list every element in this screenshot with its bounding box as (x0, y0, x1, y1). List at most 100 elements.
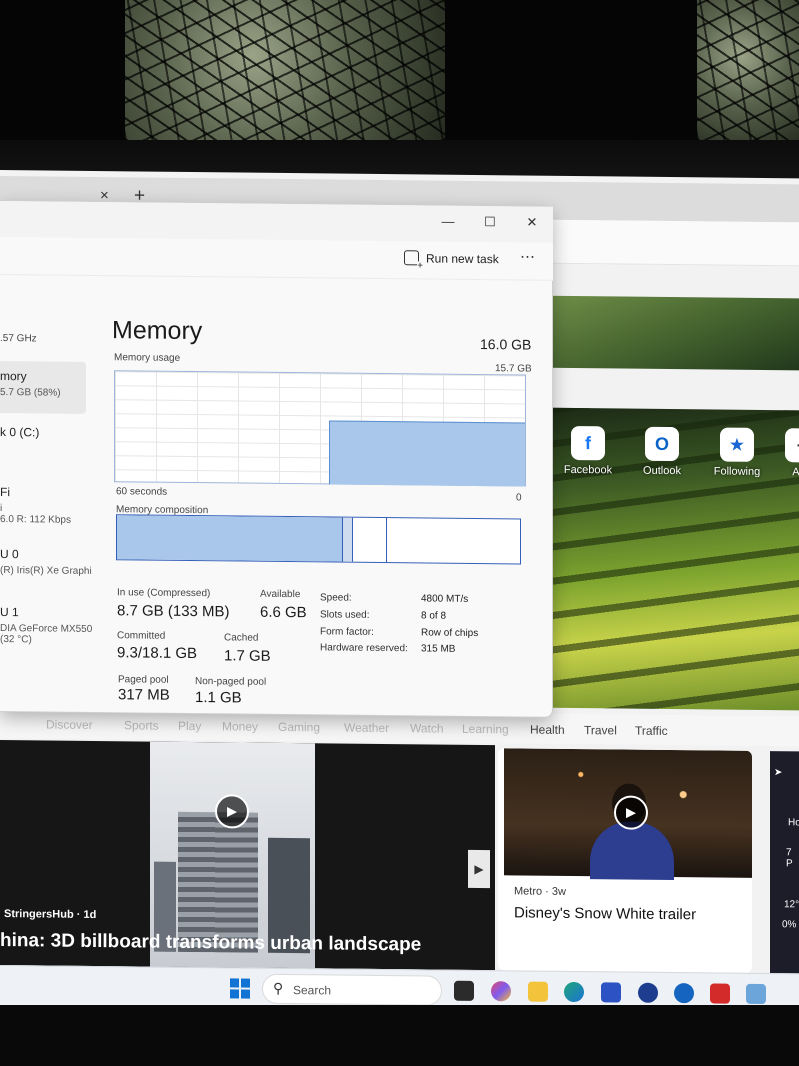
tab-sports[interactable]: Sports (124, 718, 159, 732)
quick-link-outlook[interactable]: O Outlook (632, 426, 692, 478)
background-image-strip (548, 295, 799, 371)
composition-modified (343, 517, 353, 562)
minimize-button[interactable]: — (440, 214, 456, 229)
tab-travel[interactable]: Travel (584, 723, 617, 737)
facebook-icon: f (571, 425, 605, 461)
tab-health[interactable]: Health (530, 723, 565, 737)
mcafee-icon[interactable] (710, 983, 730, 1004)
form-factor-label: Form factor: (320, 626, 374, 638)
edge-browser-icon[interactable] (564, 981, 584, 1003)
non-paged-pool-label: Non-paged pool (195, 676, 267, 688)
sidebar-item-label: Fi (0, 485, 10, 500)
quick-link-following[interactable]: ★ Following (707, 427, 767, 478)
windows-start-icon[interactable] (230, 978, 250, 999)
tab-traffic[interactable]: Traffic (635, 724, 668, 738)
support-assist-icon[interactable] (674, 983, 694, 1004)
cached-label: Cached (224, 632, 259, 644)
slots-used-label: Slots used: (320, 609, 370, 621)
memory-usage-area (329, 420, 525, 487)
tab-discover[interactable]: Discover (46, 717, 93, 731)
wall-art (697, 0, 799, 140)
news-source: StringersHub · 1d (4, 908, 97, 922)
sidebar-item-label: U 0 (0, 547, 19, 562)
person-dress (590, 821, 674, 881)
in-use-value: 8.7 GB (133 MB) (117, 602, 230, 621)
news-card-billboard[interactable]: ▶ ▶ StringersHub · 1d hina: 3D billboard… (0, 740, 495, 971)
tab-gaming[interactable]: Gaming (278, 720, 320, 734)
graph-axis-zero: 0 (516, 492, 522, 504)
sidebar-item-memory[interactable]: mory 5.7 GB (58%) (0, 369, 61, 399)
taskbar-search[interactable]: ⚲ Search (262, 973, 442, 1006)
search-icon: ⚲ (273, 979, 284, 996)
command-bar: Run new task ⋯ (0, 237, 553, 281)
photo-stage: × + f Facebook O Outlook ★ Following + A… (0, 0, 799, 1066)
tab-weather[interactable]: Weather (344, 721, 389, 735)
tab-watch[interactable]: Watch (410, 721, 444, 735)
sidebar-item-label: mory (0, 369, 27, 384)
wall-background (0, 0, 799, 150)
committed-value: 9.3/18.1 GB (117, 644, 198, 663)
edge-text: 0% (782, 919, 797, 931)
sidebar-item-sub: DIA GeForce MX550 (32 °C) (0, 623, 93, 646)
quick-link-add[interactable]: + Add (772, 428, 799, 479)
wall-art (125, 0, 445, 140)
quick-link-label: Outlook (643, 464, 681, 478)
memory-total: 16.0 GB (480, 336, 532, 353)
play-icon[interactable]: ▶ (614, 795, 648, 830)
store-icon[interactable] (601, 982, 621, 1003)
memory-composition-bar (116, 514, 521, 565)
sidebar-item-label: .57 GHz (0, 333, 37, 345)
time-span-label: 60 seconds (116, 486, 168, 498)
edge-text: 12° (784, 899, 799, 911)
available-value: 6.6 GB (260, 603, 307, 622)
title-bar: — ☐ ✕ (0, 201, 553, 243)
dell-icon[interactable] (638, 982, 658, 1003)
more-options-icon[interactable]: ⋯ (520, 247, 536, 265)
sidebar-item-wifi[interactable]: Fi i 6.0 R: 112 Kbps (0, 485, 71, 526)
sidebar-item-cpu[interactable]: .57 GHz (0, 333, 37, 344)
news-source: Metro · 3w (514, 885, 566, 898)
tab-play[interactable]: Play (178, 719, 201, 733)
weather-card-edge[interactable]: ➤ Ho 7 P 12° 0% (770, 751, 799, 974)
paged-pool-value: 317 MB (118, 686, 170, 704)
play-icon[interactable]: ▶ (215, 794, 249, 829)
screen: × + f Facebook O Outlook ★ Following + A… (0, 170, 799, 1019)
hardware-reserved-value: 315 MB (421, 643, 456, 655)
add-icon: + (785, 428, 799, 463)
memory-usage-label: Memory usage (114, 352, 181, 364)
carousel-next-button[interactable]: ▶ (468, 849, 490, 889)
cached-value: 1.7 GB (224, 647, 271, 665)
sidebar-item-sub: (R) Iris(R) Xe Graphi (0, 565, 92, 577)
committed-label: Committed (117, 630, 166, 642)
form-factor-value: Row of chips (421, 627, 479, 640)
sidebar-item-sub: i 6.0 R: 112 Kbps (0, 503, 71, 526)
maximize-button[interactable]: ☐ (482, 214, 498, 230)
hardware-reserved-label: Hardware reserved: (320, 642, 408, 655)
sidebar-item-label: k 0 (C:) (0, 425, 40, 440)
task-manager-window: — ☐ ✕ Run new task ⋯ .57 GHz mory 5.7 GB… (0, 200, 553, 718)
tab-money[interactable]: Money (222, 719, 258, 733)
close-button[interactable]: ✕ (524, 214, 540, 230)
tab-learning[interactable]: Learning (462, 722, 509, 736)
task-manager-taskbar-icon[interactable] (746, 983, 766, 1005)
news-headline[interactable]: hina: 3D billboard transforms urban land… (0, 930, 421, 956)
run-task-icon (404, 250, 419, 266)
memory-usage-max: 15.7 GB (495, 363, 532, 375)
location-icon: ➤ (774, 767, 783, 779)
task-view-icon[interactable] (454, 980, 474, 1001)
news-headline[interactable]: Disney's Snow White trailer (514, 904, 696, 923)
quick-link-facebook[interactable]: f Facebook (558, 425, 618, 477)
copilot-icon[interactable] (491, 981, 511, 1002)
news-card-snow-white[interactable]: ▶ Metro · 3w Disney's Snow White trailer (498, 748, 752, 973)
composition-in-use (117, 515, 343, 562)
sidebar-item-gpu1[interactable]: U 1 DIA GeForce MX550 (32 °C) (0, 605, 92, 646)
sidebar-item-gpu0[interactable]: U 0 (R) Iris(R) Xe Graphi (0, 547, 92, 577)
paged-pool-label: Paged pool (118, 674, 169, 686)
file-explorer-icon[interactable] (528, 981, 548, 1002)
available-label: Available (260, 588, 301, 601)
run-new-task-button[interactable]: Run new task (404, 250, 499, 266)
quick-link-label: Facebook (563, 463, 613, 477)
composition-standby (353, 517, 387, 563)
quick-link-label: Add (792, 466, 799, 479)
sidebar-item-disk[interactable]: k 0 (C:) (0, 425, 39, 439)
